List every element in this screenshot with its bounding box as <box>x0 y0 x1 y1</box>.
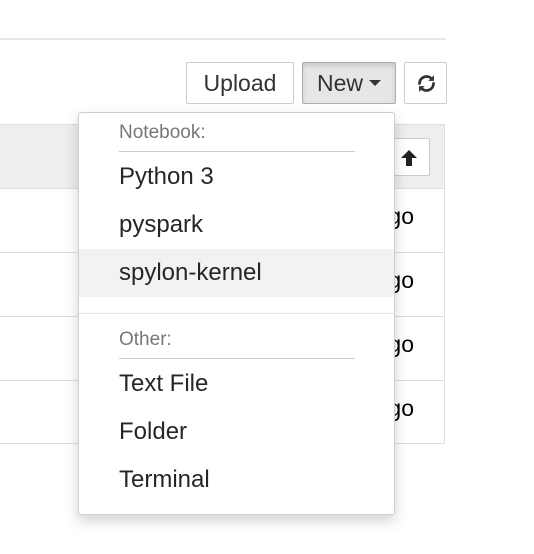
menu-divider <box>79 313 394 314</box>
menu-item-terminal[interactable]: Terminal <box>79 456 394 504</box>
arrow-up-icon <box>401 150 417 166</box>
header-divider <box>0 38 446 40</box>
menu-item-text-file[interactable]: Text File <box>79 360 394 408</box>
new-button-label: New <box>316 70 363 96</box>
new-dropdown-button[interactable]: New <box>302 62 396 104</box>
other-header-separator <box>119 358 355 359</box>
new-dropdown-menu: Notebook: Python 3 pyspark spylon-kernel… <box>78 112 395 515</box>
menu-item-folder[interactable]: Folder <box>79 408 394 456</box>
upload-button[interactable]: Upload <box>186 62 294 104</box>
menu-item-spylon-kernel[interactable]: spylon-kernel <box>79 249 394 297</box>
caret-down-icon <box>369 79 381 86</box>
notebook-header-separator <box>119 151 355 152</box>
refresh-button[interactable] <box>404 62 447 104</box>
menu-item-python3[interactable]: Python 3 <box>79 153 394 201</box>
menu-item-pyspark[interactable]: pyspark <box>79 201 394 249</box>
other-section-header: Other: <box>119 329 172 350</box>
notebook-section-header: Notebook: <box>119 122 206 143</box>
refresh-icon <box>418 75 435 92</box>
